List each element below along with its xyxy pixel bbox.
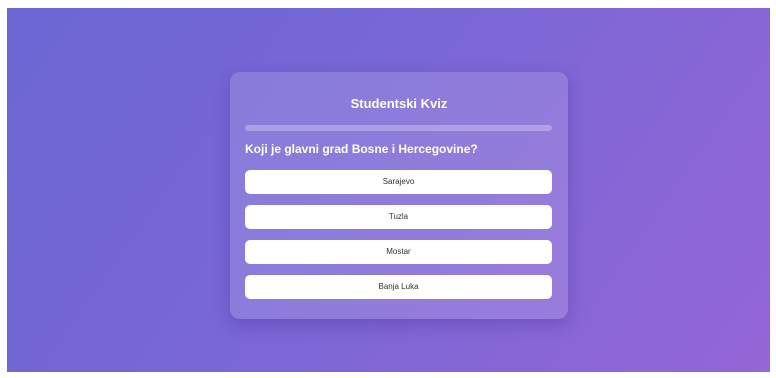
quiz-card: Studentski Kviz Koji je glavni grad Bosn… (230, 72, 568, 319)
answer-list: Sarajevo Tuzla Mostar Banja Luka (245, 170, 552, 310)
answer-button-banja-luka[interactable]: Banja Luka (245, 275, 552, 299)
answer-button-tuzla[interactable]: Tuzla (245, 205, 552, 229)
quiz-title: Studentski Kviz (350, 96, 448, 111)
progress-bar (245, 125, 552, 131)
question-text: Koji je glavni grad Bosne i Hercegovine? (245, 142, 478, 156)
page-background: Studentski Kviz Koji je glavni grad Bosn… (7, 8, 770, 372)
answer-button-mostar[interactable]: Mostar (245, 240, 552, 264)
answer-button-sarajevo[interactable]: Sarajevo (245, 170, 552, 194)
